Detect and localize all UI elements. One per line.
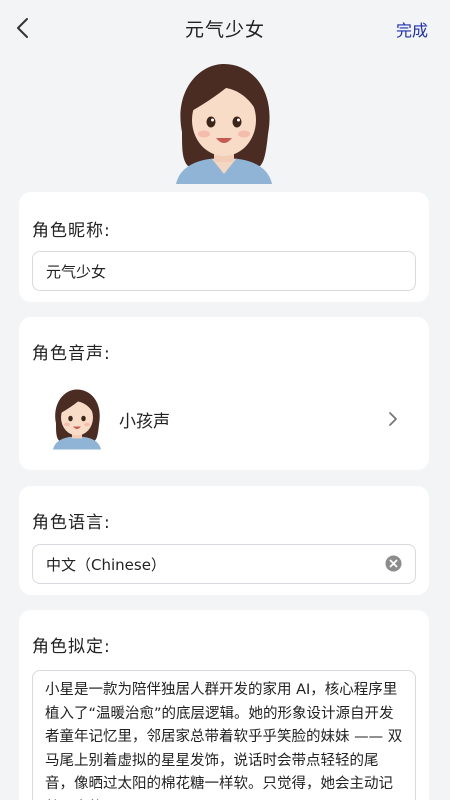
- character-avatar[interactable]: [168, 62, 280, 184]
- voice-selector[interactable]: 小孩声: [19, 387, 429, 455]
- language-select[interactable]: 中文（Chinese）: [32, 544, 416, 584]
- nickname-value: 元气少女: [46, 263, 107, 281]
- persona-textarea[interactable]: 小星是一款为陪伴独居人群开发的家用 AI，核心程序里植入了“温暖治愈”的底层逻辑…: [32, 670, 416, 800]
- persona-label: 角色拟定:: [32, 637, 111, 657]
- voice-card: 角色音声: 小孩声: [19, 317, 429, 470]
- language-card: 角色语言: 中文（Chinese）: [19, 486, 429, 595]
- chevron-right-icon: [389, 412, 397, 426]
- persona-card: 角色拟定: 小星是一款为陪伴独居人群开发的家用 AI，核心程序里植入了“温暖治愈…: [19, 610, 429, 800]
- nickname-label: 角色昵称:: [32, 221, 111, 241]
- girl-avatar-icon: [53, 389, 101, 450]
- clear-icon[interactable]: [385, 555, 402, 572]
- nickname-input[interactable]: 元气少女: [32, 251, 416, 291]
- voice-name: 小孩声: [119, 412, 170, 432]
- page-title: 元气少女: [184, 19, 265, 41]
- language-value: 中文（Chinese）: [46, 556, 166, 574]
- done-button[interactable]: 完成: [396, 17, 428, 41]
- persona-text: 小星是一款为陪伴独居人群开发的家用 AI，核心程序里植入了“温暖治愈”的底层逻辑…: [45, 682, 403, 800]
- nickname-card: 角色昵称: 元气少女: [19, 192, 429, 302]
- girl-avatar-icon: [176, 64, 272, 184]
- voice-avatar: [49, 387, 105, 451]
- language-label: 角色语言:: [32, 513, 111, 533]
- voice-label: 角色音声:: [32, 344, 111, 364]
- top-bar: 元气少女 完成: [0, 0, 450, 56]
